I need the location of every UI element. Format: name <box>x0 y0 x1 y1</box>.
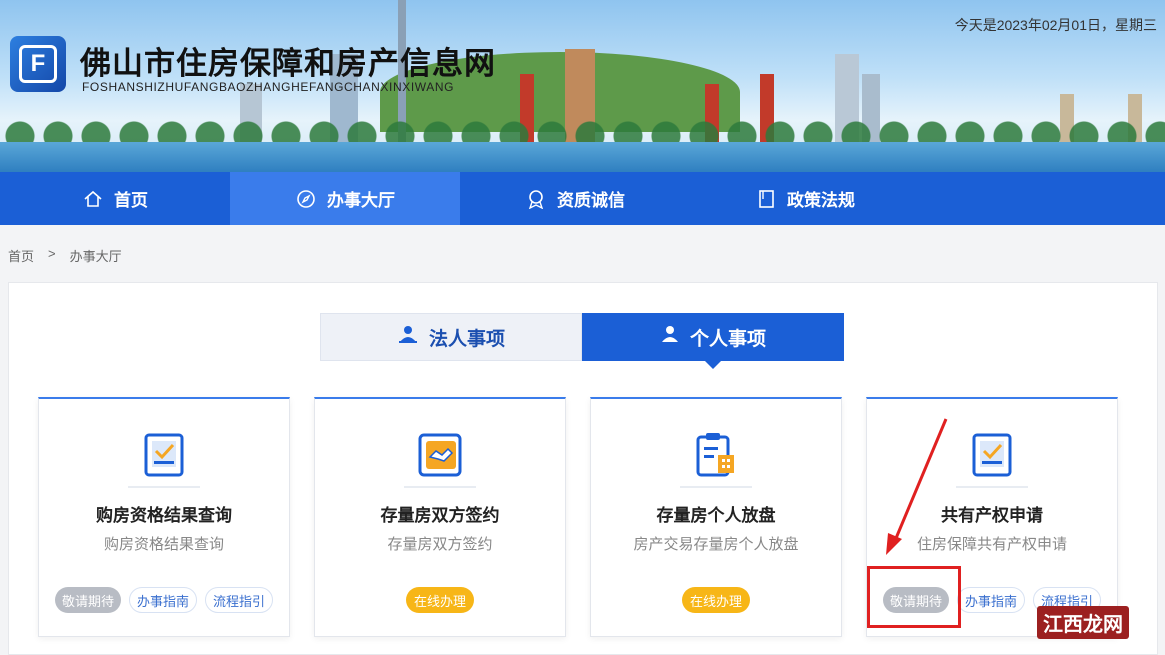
service-card-personal-listing[interactable]: 存量房个人放盘 房产交易存量房个人放盘 在线办理 <box>590 397 842 637</box>
card-divider <box>680 486 752 488</box>
nav-item-service-hall[interactable]: 办事大厅 <box>230 172 460 225</box>
scenery-water <box>0 142 1165 172</box>
card-title: 存量房个人放盘 <box>656 506 776 525</box>
annotation-arrow <box>886 418 948 555</box>
process-button[interactable]: 流程指引 <box>205 587 274 613</box>
card-actions: 在线办理 <box>315 587 565 613</box>
nav-item-credit[interactable]: 资质诚信 <box>460 172 690 225</box>
card-description: 房产交易存量房个人放盘 <box>633 536 799 553</box>
tab-individual[interactable]: 个人事项 <box>582 313 844 369</box>
current-date: 今天是2023年02月01日，星期三 <box>954 17 1157 33</box>
service-card-purchase-qualification[interactable]: 购房资格结果查询 购房资格结果查询 敬请期待 办事指南 流程指引 <box>38 397 290 637</box>
checklist-icon <box>140 431 188 479</box>
service-panel: 法人事项 个人事项 购房资格结果查询 购房资格结果查询 敬请期待 办事指南 流程… <box>8 282 1158 655</box>
card-divider <box>956 486 1028 488</box>
logo-mark: F <box>19 45 57 83</box>
card-title: 存量房双方签约 <box>380 506 500 525</box>
breadcrumb-home[interactable]: 首页 <box>8 246 34 265</box>
guide-button[interactable]: 办事指南 <box>128 587 197 613</box>
header-banner: F 佛山市住房保障和房产信息网 FOSHANSHIZHUFANGBAOZHANG… <box>0 0 1165 172</box>
site-title: 佛山市住房保障和房产信息网 <box>80 46 496 81</box>
breadcrumb-separator: > <box>48 246 56 261</box>
tab-legal-person[interactable]: 法人事项 <box>320 313 582 361</box>
category-tabs: 法人事项 个人事项 <box>320 313 844 369</box>
coming-soon-button[interactable]: 敬请期待 <box>54 587 121 613</box>
nav-item-policy[interactable]: 政策法规 <box>690 172 920 225</box>
card-description: 存量房双方签约 <box>387 536 493 553</box>
handshake-icon <box>416 431 464 479</box>
annotation-highlight-box <box>867 566 961 628</box>
nav-item-label: 首页 <box>114 191 148 210</box>
site-subtitle: FOSHANSHIZHUFANGBAOZHANGHEFANGCHANXINXIW… <box>82 80 455 94</box>
card-divider <box>128 486 200 488</box>
user-icon <box>660 324 680 350</box>
main-nav: 首页 办事大厅 资质诚信 政策法规 <box>0 172 1165 225</box>
breadcrumb-current: 办事大厅 <box>69 249 122 264</box>
home-icon <box>82 188 104 210</box>
card-description: 购房资格结果查询 <box>103 536 224 553</box>
checklist-icon <box>968 431 1016 479</box>
breadcrumb: 首页 > 办事大厅 <box>8 246 122 265</box>
nav-item-label: 办事大厅 <box>327 191 395 210</box>
card-actions: 在线办理 <box>591 587 841 613</box>
nav-item-label: 资质诚信 <box>557 191 625 210</box>
nav-item-label: 政策法规 <box>787 191 855 210</box>
card-divider <box>404 486 476 488</box>
building-user-icon <box>397 323 419 351</box>
site-logo[interactable]: F <box>10 36 66 92</box>
service-card-contract-signing[interactable]: 存量房双方签约 存量房双方签约 在线办理 <box>314 397 566 637</box>
document-icon <box>755 188 777 210</box>
card-title: 购房资格结果查询 <box>96 506 232 525</box>
watermark: 江西龙网 <box>1037 606 1129 639</box>
badge-icon <box>525 188 547 210</box>
nav-item-home[interactable]: 首页 <box>0 172 230 225</box>
online-handle-button[interactable]: 在线办理 <box>681 587 750 613</box>
online-handle-button[interactable]: 在线办理 <box>405 587 474 613</box>
compass-icon <box>295 188 317 210</box>
tab-label: 法人事项 <box>428 328 505 350</box>
card-actions: 敬请期待 办事指南 流程指引 <box>39 587 289 613</box>
tab-label: 个人事项 <box>689 328 766 350</box>
clipboard-icon <box>692 431 740 479</box>
guide-button[interactable]: 办事指南 <box>956 587 1025 613</box>
